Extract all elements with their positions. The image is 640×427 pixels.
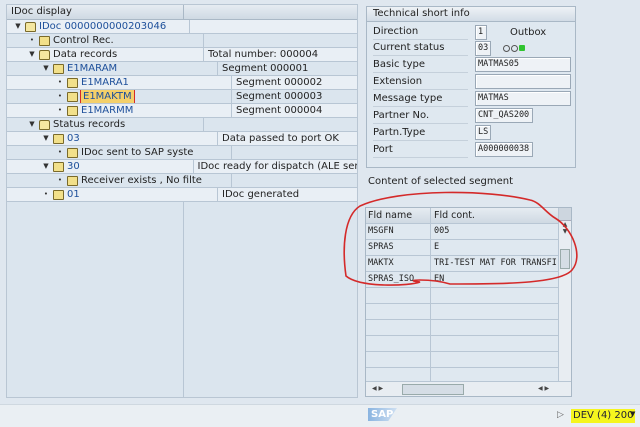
expand-arrow-icon[interactable]: ▼ <box>41 62 51 75</box>
folder-icon <box>39 119 50 130</box>
node-value: IDoc generated <box>222 189 300 200</box>
tree-node[interactable]: ▼ IDoc 0000000000203046 <box>7 20 357 34</box>
folder-icon <box>39 49 50 60</box>
table-row[interactable] <box>366 304 571 320</box>
expand-arrow-icon[interactable]: ▼ <box>13 20 23 33</box>
tree-node[interactable]: ▼ 03 Data passed to port OK <box>7 132 357 146</box>
expand-arrow-icon[interactable]: ▼ <box>27 48 37 61</box>
node-label[interactable]: E1MARMM <box>81 104 133 117</box>
document-icon <box>39 35 50 46</box>
node-value: IDoc ready for dispatch (ALE service) <box>197 161 358 172</box>
node-label[interactable]: E1MARA1 <box>81 76 129 89</box>
document-icon <box>67 175 78 186</box>
play-icon[interactable]: ▷ <box>557 410 564 420</box>
document-icon <box>53 189 64 200</box>
expand-arrow-icon[interactable]: ▼ <box>27 118 37 131</box>
port-label: Port <box>373 142 468 158</box>
node-label[interactable]: Receiver exists , No filte <box>81 174 202 187</box>
document-icon <box>67 77 78 88</box>
node-value <box>204 34 208 47</box>
document-icon <box>67 105 78 116</box>
document-icon <box>53 161 64 172</box>
partner-type-label: Partn.Type <box>373 125 468 141</box>
tree-node[interactable]: ▼ Data records Total number: 000004 <box>7 48 357 62</box>
status-label: Current status <box>373 40 468 56</box>
bullet-icon: • <box>57 78 63 86</box>
tree-node[interactable]: ▼ E1MARAM Segment 000001 <box>7 62 357 76</box>
node-label[interactable]: 30 <box>67 160 80 173</box>
tree-node[interactable]: ▼ Status records <box>7 118 357 132</box>
system-info[interactable]: DEV (4) 200 <box>571 409 636 423</box>
tree-node[interactable]: • E1MARMM Segment 000004 <box>7 104 357 118</box>
panel-title: Technical short info <box>367 7 575 22</box>
folder-icon <box>25 21 36 32</box>
partner-label: Partner No. <box>373 108 468 124</box>
extension-field[interactable] <box>475 74 571 89</box>
node-label[interactable]: E1MAKTM <box>80 90 135 103</box>
node-value: Total number: 000004 <box>208 49 319 60</box>
partner-field[interactable]: CNT_QAS200 <box>475 108 533 123</box>
node-label[interactable]: 01 <box>67 188 80 201</box>
document-icon <box>67 91 78 102</box>
node-value: Segment 000004 <box>236 105 323 116</box>
document-icon <box>53 63 64 74</box>
node-value: Segment 000001 <box>222 63 309 74</box>
node-value <box>190 20 194 33</box>
expand-arrow-icon[interactable]: ▼ <box>41 160 51 173</box>
node-label[interactable]: IDoc sent to SAP syste <box>81 146 193 159</box>
basic-type-field[interactable]: MATMAS05 <box>475 57 571 72</box>
sap-logo: SAP <box>368 408 397 421</box>
message-type-field[interactable]: MATMAS <box>475 91 571 106</box>
idoc-tree: IDoc display ▼ IDoc 0000000000203046 • Cont… <box>6 4 358 398</box>
tree-node[interactable]: • Receiver exists , No filte <box>7 174 357 188</box>
segment-title: Content of selected segment <box>368 176 514 187</box>
node-value <box>232 146 236 159</box>
tree-node[interactable]: • E1MARA1 Segment 000002 <box>7 76 357 90</box>
tree-node[interactable]: • IDoc sent to SAP syste <box>7 146 357 160</box>
document-icon <box>53 133 64 144</box>
horizontal-scrollbar[interactable]: ◀ ▶ ◀ ▶ <box>366 381 571 396</box>
tree-node[interactable]: • E1MAKTM Segment 000003 <box>7 90 357 104</box>
bullet-icon: • <box>57 92 63 100</box>
port-field[interactable]: A000000038 <box>475 142 533 157</box>
basic-type-label: Basic type <box>373 57 468 73</box>
table-row[interactable] <box>366 320 571 336</box>
node-value <box>204 118 208 131</box>
status-traffic-light-icon <box>503 45 525 52</box>
extension-label: Extension <box>373 74 468 90</box>
table-row[interactable] <box>366 352 571 368</box>
red-annotation-circle <box>343 191 578 286</box>
node-value: Segment 000002 <box>236 77 323 88</box>
node-label[interactable]: IDoc 0000000000203046 <box>39 20 166 33</box>
expand-arrow-icon[interactable]: ▼ <box>41 132 51 145</box>
node-label[interactable]: Status records <box>53 118 125 131</box>
node-label[interactable]: Data records <box>53 48 117 61</box>
message-type-label: Message type <box>373 91 468 107</box>
node-label[interactable]: 03 <box>67 132 80 145</box>
tree-node[interactable]: • Control Rec. <box>7 34 357 48</box>
status-field[interactable]: 03 <box>475 41 491 56</box>
technical-short-info: Technical short info Direction 1 Outbox … <box>366 6 576 168</box>
status-bar: SAP ▷ DEV (4) 200 ▼ <box>0 404 640 427</box>
partner-type-field[interactable]: LS <box>475 125 491 140</box>
bullet-icon: • <box>57 176 63 184</box>
document-icon <box>67 147 78 158</box>
bullet-icon: • <box>57 148 63 156</box>
node-value <box>232 174 236 187</box>
direction-field[interactable]: 1 <box>475 25 487 40</box>
node-value: Data passed to port OK <box>222 133 339 144</box>
tree-node[interactable]: ▼ 30 IDoc ready for dispatch (ALE service) <box>7 160 357 174</box>
direction-text: Outbox <box>510 27 547 38</box>
node-label[interactable]: Control Rec. <box>53 34 114 47</box>
chevron-down-icon[interactable]: ▼ <box>630 410 635 418</box>
tree-node[interactable]: • 01 IDoc generated <box>7 188 357 202</box>
bullet-icon: • <box>57 106 63 114</box>
bullet-icon: • <box>43 190 49 198</box>
node-value: Segment 000003 <box>236 91 323 102</box>
table-row[interactable] <box>366 336 571 352</box>
direction-label: Direction <box>373 24 468 40</box>
node-label[interactable]: E1MARAM <box>67 62 117 75</box>
tree-header: IDoc display <box>7 5 357 20</box>
bullet-icon: • <box>29 36 35 44</box>
